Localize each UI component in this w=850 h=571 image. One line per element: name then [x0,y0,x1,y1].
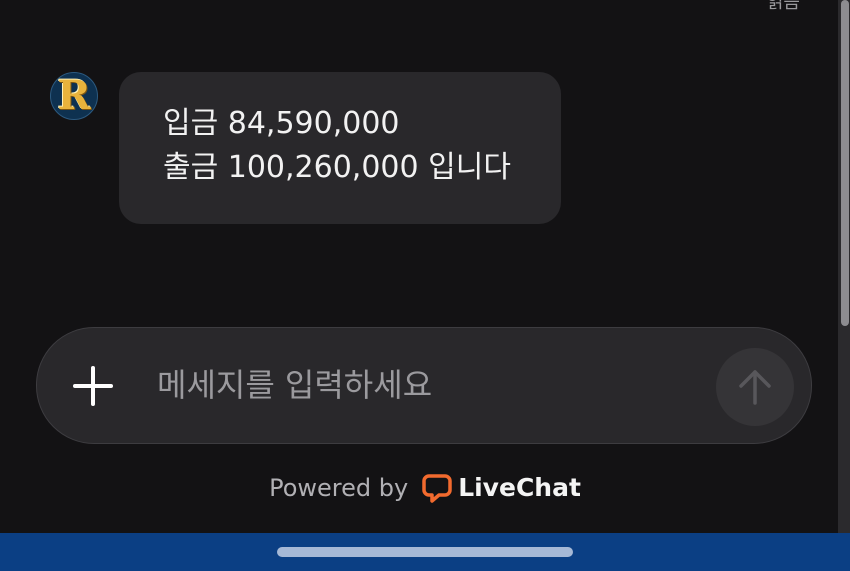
message-line-deposit: 입금 84,590,000 [163,106,400,141]
send-button[interactable] [716,348,794,426]
plus-icon [73,366,113,406]
message-bubble: 입금 84,590,000 출금 100,260,000 입니다 [119,72,561,224]
scrollbar[interactable] [838,0,850,533]
home-indicator[interactable] [277,547,573,557]
scrollbar-thumb[interactable] [841,0,849,326]
avatar-logo-letter: R [57,72,91,119]
read-status: 읽음 [766,0,800,13]
message-input[interactable] [157,356,697,414]
livechat-brand-name: LiveChat [458,473,581,502]
livechat-link[interactable]: LiveChat [422,472,581,504]
message-line-withdrawal: 출금 100,260,000 입니다 [163,150,511,185]
system-navigation-bar [0,533,850,571]
add-attachment-button[interactable] [71,364,115,408]
powered-by-footer: Powered by LiveChat [0,472,850,504]
livechat-logo-icon [422,473,452,503]
powered-by-label: Powered by [269,474,409,502]
message-composer [36,327,812,444]
arrow-up-icon [739,370,771,405]
avatar: R [50,72,98,120]
